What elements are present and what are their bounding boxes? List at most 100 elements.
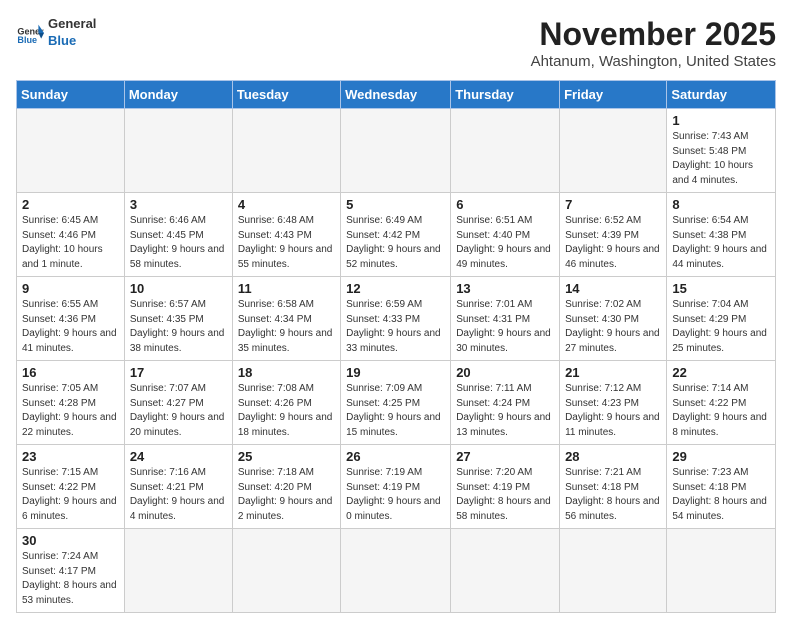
day-info: Sunrise: 6:58 AMSunset: 4:34 PMDaylight:… [238, 298, 335, 356]
calendar-cell: 21 Sunrise: 7:12 AMSunset: 4:23 PMDayligh… [560, 361, 667, 445]
calendar-cell: 10 Sunrise: 6:57 AMSunset: 4:35 PMDayligh… [124, 277, 232, 361]
title-block: November 2025 Ahtanum, Washington, Unite… [531, 16, 776, 70]
day-number: 23 [22, 449, 119, 464]
day-number: 16 [22, 365, 119, 380]
logo: General Blue General Blue [16, 16, 96, 50]
day-number: 10 [130, 281, 227, 296]
day-info: Sunrise: 6:54 AMSunset: 4:38 PMDaylight:… [672, 214, 770, 272]
weekday-header-thursday: Thursday [451, 81, 560, 109]
calendar-cell: 3 Sunrise: 6:46 AMSunset: 4:45 PMDaylight… [124, 193, 232, 277]
day-number: 27 [456, 449, 554, 464]
day-number: 14 [565, 281, 661, 296]
day-number: 13 [456, 281, 554, 296]
day-number: 30 [22, 533, 119, 548]
day-info: Sunrise: 7:18 AMSunset: 4:20 PMDaylight:… [238, 466, 335, 524]
calendar-cell [667, 529, 776, 613]
day-number: 19 [346, 365, 445, 380]
day-info: Sunrise: 7:05 AMSunset: 4:28 PMDaylight:… [22, 382, 119, 440]
day-number: 20 [456, 365, 554, 380]
svg-text:Blue: Blue [17, 35, 37, 45]
page-header: General Blue General Blue November 2025 … [16, 16, 776, 70]
weekday-header-wednesday: Wednesday [341, 81, 451, 109]
day-info: Sunrise: 6:51 AMSunset: 4:40 PMDaylight:… [456, 214, 554, 272]
logo-general: General [48, 16, 96, 33]
calendar-week-row: 1Sunrise: 7:43 AMSunset: 5:48 PMDaylight… [17, 109, 776, 193]
day-number: 9 [22, 281, 119, 296]
day-info: Sunrise: 6:59 AMSunset: 4:33 PMDaylight:… [346, 298, 445, 356]
day-info: Sunrise: 7:15 AMSunset: 4:22 PMDaylight:… [22, 466, 119, 524]
day-info: Sunrise: 7:11 AMSunset: 4:24 PMDaylight:… [456, 382, 554, 440]
calendar-cell: 23 Sunrise: 7:15 AMSunset: 4:22 PMDayligh… [17, 445, 125, 529]
calendar-cell: 2 Sunrise: 6:45 AMSunset: 4:46 PMDaylight… [17, 193, 125, 277]
calendar-cell: 1Sunrise: 7:43 AMSunset: 5:48 PMDaylight… [667, 109, 776, 193]
day-number: 15 [672, 281, 770, 296]
day-number: 12 [346, 281, 445, 296]
day-info: Sunrise: 6:46 AMSunset: 4:45 PMDaylight:… [130, 214, 227, 272]
calendar-cell: 25Sunrise: 7:18 AMSunset: 4:20 PMDayligh… [232, 445, 340, 529]
weekday-header-saturday: Saturday [667, 81, 776, 109]
calendar-week-row: 16 Sunrise: 7:05 AMSunset: 4:28 PMDayligh… [17, 361, 776, 445]
day-info: Sunrise: 7:08 AMSunset: 4:26 PMDaylight:… [238, 382, 335, 440]
day-number: 17 [130, 365, 227, 380]
day-info: Sunrise: 6:57 AMSunset: 4:35 PMDaylight:… [130, 298, 227, 356]
calendar-cell: 11 Sunrise: 6:58 AMSunset: 4:34 PMDayligh… [232, 277, 340, 361]
day-info: Sunrise: 7:07 AMSunset: 4:27 PMDaylight:… [130, 382, 227, 440]
day-info: Sunrise: 6:55 AMSunset: 4:36 PMDaylight:… [22, 298, 119, 356]
day-number: 8 [672, 197, 770, 212]
day-number: 28 [565, 449, 661, 464]
calendar-cell: 17 Sunrise: 7:07 AMSunset: 4:27 PMDayligh… [124, 361, 232, 445]
calendar-cell: 24Sunrise: 7:16 AMSunset: 4:21 PMDayligh… [124, 445, 232, 529]
day-info: Sunrise: 7:19 AMSunset: 4:19 PMDaylight:… [346, 466, 445, 524]
day-number: 1 [672, 113, 770, 128]
calendar-cell: 28Sunrise: 7:21 AMSunset: 4:18 PMDayligh… [560, 445, 667, 529]
calendar-week-row: 30Sunrise: 7:24 AMSunset: 4:17 PMDayligh… [17, 529, 776, 613]
day-info: Sunrise: 7:23 AMSunset: 4:18 PMDaylight:… [672, 466, 770, 524]
calendar-cell: 9 Sunrise: 6:55 AMSunset: 4:36 PMDaylight… [17, 277, 125, 361]
calendar-cell: 7 Sunrise: 6:52 AMSunset: 4:39 PMDaylight… [560, 193, 667, 277]
calendar-cell: 15 Sunrise: 7:04 AMSunset: 4:29 PMDayligh… [667, 277, 776, 361]
calendar-cell: 16 Sunrise: 7:05 AMSunset: 4:28 PMDayligh… [17, 361, 125, 445]
day-number: 7 [565, 197, 661, 212]
day-info: Sunrise: 6:49 AMSunset: 4:42 PMDaylight:… [346, 214, 445, 272]
weekday-header-friday: Friday [560, 81, 667, 109]
day-info: Sunrise: 7:02 AMSunset: 4:30 PMDaylight:… [565, 298, 661, 356]
calendar-cell: 14 Sunrise: 7:02 AMSunset: 4:30 PMDayligh… [560, 277, 667, 361]
day-info: Sunrise: 6:45 AMSunset: 4:46 PMDaylight:… [22, 214, 119, 272]
day-number: 6 [456, 197, 554, 212]
calendar-cell: 18 Sunrise: 7:08 AMSunset: 4:26 PMDayligh… [232, 361, 340, 445]
weekday-header-monday: Monday [124, 81, 232, 109]
day-info: Sunrise: 7:14 AMSunset: 4:22 PMDaylight:… [672, 382, 770, 440]
page-title: November 2025 [531, 16, 776, 53]
weekday-header-sunday: Sunday [17, 81, 125, 109]
day-number: 2 [22, 197, 119, 212]
day-info: Sunrise: 7:09 AMSunset: 4:25 PMDaylight:… [346, 382, 445, 440]
calendar-cell [124, 109, 232, 193]
day-number: 22 [672, 365, 770, 380]
calendar-week-row: 9 Sunrise: 6:55 AMSunset: 4:36 PMDaylight… [17, 277, 776, 361]
calendar-cell [560, 109, 667, 193]
calendar-cell: 13 Sunrise: 7:01 AMSunset: 4:31 PMDayligh… [451, 277, 560, 361]
day-info: Sunrise: 7:01 AMSunset: 4:31 PMDaylight:… [456, 298, 554, 356]
day-info: Sunrise: 7:04 AMSunset: 4:29 PMDaylight:… [672, 298, 770, 356]
page-subtitle: Ahtanum, Washington, United States [531, 53, 776, 70]
day-info: Sunrise: 7:12 AMSunset: 4:23 PMDaylight:… [565, 382, 661, 440]
calendar-cell [560, 529, 667, 613]
day-number: 26 [346, 449, 445, 464]
calendar-cell [17, 109, 125, 193]
day-number: 11 [238, 281, 335, 296]
calendar-cell: 29Sunrise: 7:23 AMSunset: 4:18 PMDayligh… [667, 445, 776, 529]
calendar-cell: 26 Sunrise: 7:19 AMSunset: 4:19 PMDayligh… [341, 445, 451, 529]
calendar-cell: 20 Sunrise: 7:11 AMSunset: 4:24 PMDayligh… [451, 361, 560, 445]
calendar-cell: 6 Sunrise: 6:51 AMSunset: 4:40 PMDaylight… [451, 193, 560, 277]
calendar-week-row: 23 Sunrise: 7:15 AMSunset: 4:22 PMDayligh… [17, 445, 776, 529]
day-number: 21 [565, 365, 661, 380]
calendar-table: SundayMondayTuesdayWednesdayThursdayFrid… [16, 80, 776, 613]
day-number: 18 [238, 365, 335, 380]
calendar-cell [341, 529, 451, 613]
day-info: Sunrise: 6:52 AMSunset: 4:39 PMDaylight:… [565, 214, 661, 272]
day-number: 5 [346, 197, 445, 212]
day-number: 3 [130, 197, 227, 212]
calendar-cell: 19 Sunrise: 7:09 AMSunset: 4:25 PMDayligh… [341, 361, 451, 445]
calendar-cell [451, 109, 560, 193]
calendar-cell: 27Sunrise: 7:20 AMSunset: 4:19 PMDayligh… [451, 445, 560, 529]
